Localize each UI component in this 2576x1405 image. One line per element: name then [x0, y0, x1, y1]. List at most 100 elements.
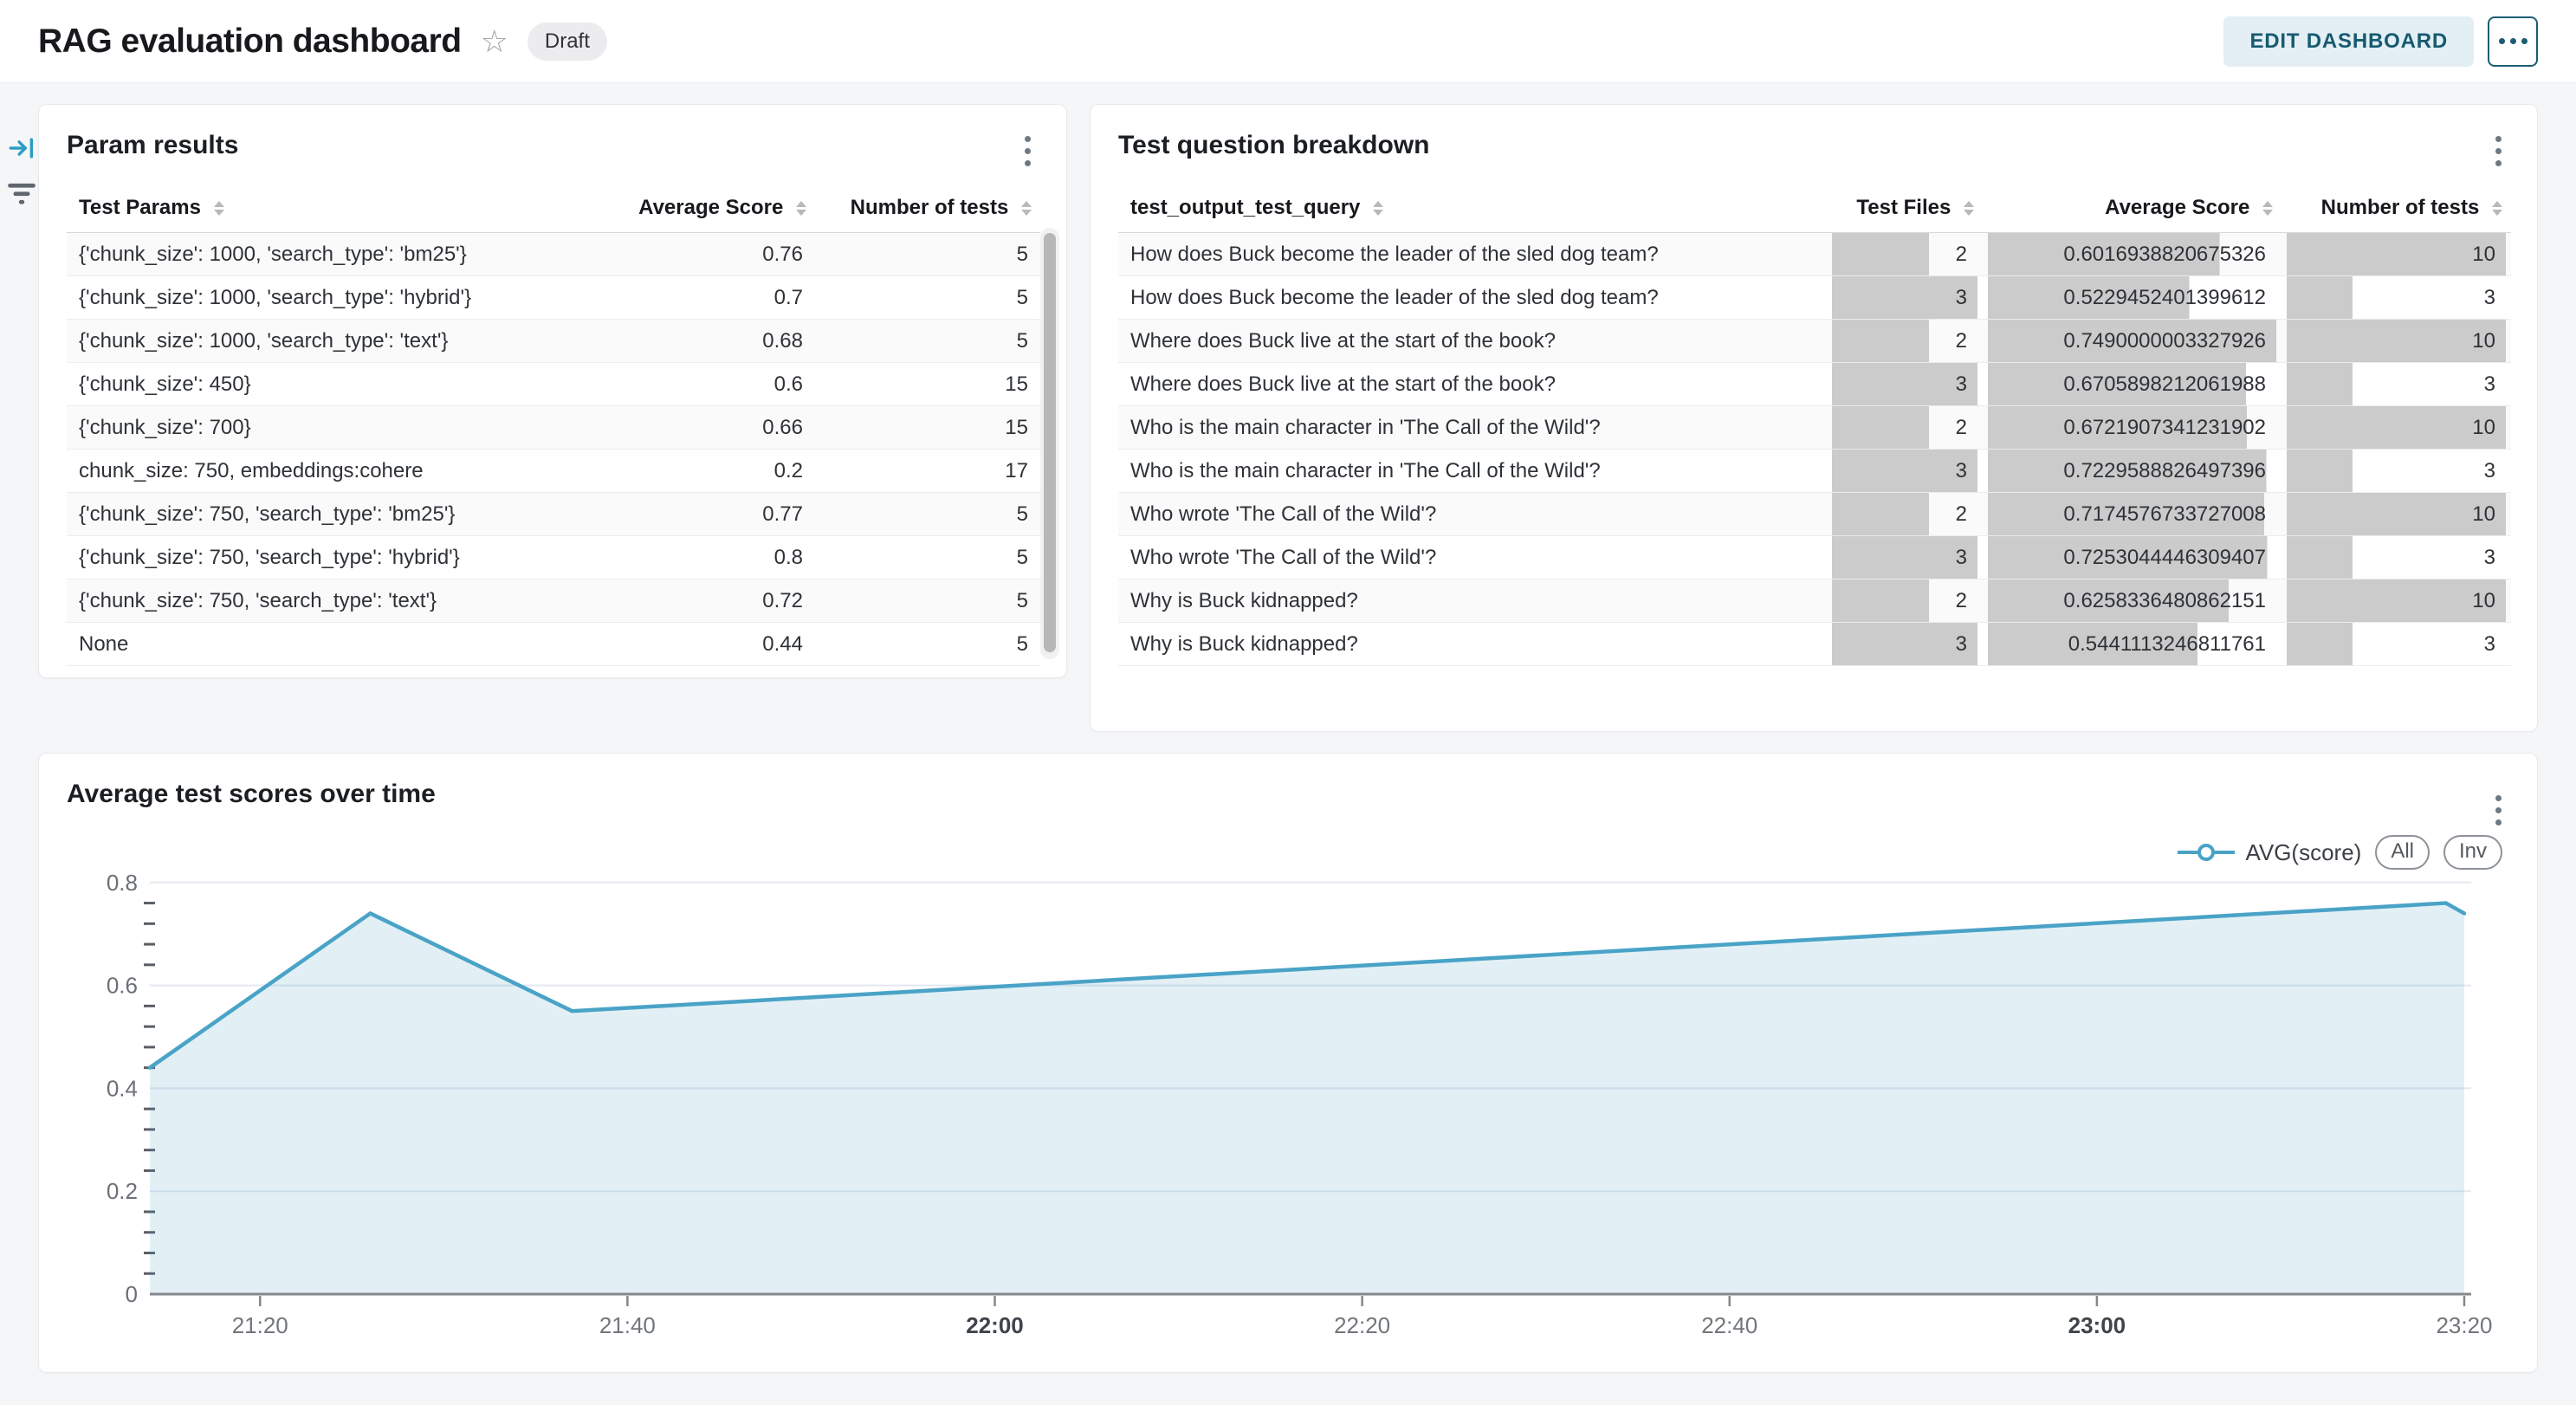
- cell-number-of-tests: 3: [2282, 536, 2511, 579]
- table-row: Where does Buck live at the start of the…: [1118, 320, 2511, 363]
- question-breakdown-tbody: How does Buck become the leader of the s…: [1118, 233, 2511, 666]
- cell-number-of-tests: 15: [815, 363, 1040, 406]
- cell-number-of-tests: 10: [2282, 406, 2511, 450]
- question-breakdown-table: test_output_test_query Test Files Averag…: [1118, 196, 2511, 666]
- svg-text:23:00: 23:00: [2068, 1312, 2126, 1338]
- cell-test-files: 2: [1827, 579, 1983, 623]
- cell-number-of-tests: 3: [2282, 450, 2511, 493]
- cell-number-of-tests: 5: [815, 493, 1040, 536]
- more-options-button[interactable]: [2488, 16, 2538, 67]
- column-header-average-score[interactable]: Average Score: [1983, 196, 2282, 233]
- sort-icon[interactable]: [2262, 201, 2273, 216]
- panel-title: Test question breakdown: [1118, 131, 1430, 160]
- svg-text:22:20: 22:20: [1334, 1312, 1390, 1338]
- cell-number-of-tests: 3: [2282, 276, 2511, 320]
- collapse-panel-icon[interactable]: [7, 133, 36, 167]
- cell-query: Why is Buck kidnapped?: [1118, 623, 1827, 666]
- svg-text:21:40: 21:40: [599, 1312, 656, 1338]
- param-results-panel: Param results Test Params Average Score …: [38, 104, 1067, 678]
- cell-number-of-tests: 5: [815, 536, 1040, 579]
- cell-average-score: 0.44: [555, 623, 815, 666]
- cell-query: How does Buck become the leader of the s…: [1118, 276, 1827, 320]
- cell-test-files: 3: [1827, 450, 1983, 493]
- table-row: Why is Buck kidnapped?30.544111324681176…: [1118, 623, 2511, 666]
- cell-number-of-tests: 3: [2282, 363, 2511, 406]
- column-header-query[interactable]: test_output_test_query: [1118, 196, 1827, 233]
- cell-test-files: 2: [1827, 320, 1983, 363]
- column-header-average-score[interactable]: Average Score: [555, 196, 815, 233]
- cell-query: Where does Buck live at the start of the…: [1118, 320, 1827, 363]
- cell-average-score: 0.5229452401399612: [1983, 276, 2282, 320]
- cell-number-of-tests: 5: [815, 623, 1040, 666]
- scrollbar-track[interactable]: [1040, 228, 1059, 659]
- cell-test-files: 3: [1827, 363, 1983, 406]
- cell-average-score: 0.77: [555, 493, 815, 536]
- column-header-test-files[interactable]: Test Files: [1827, 196, 1983, 233]
- cell-test-params: {'chunk_size': 1000, 'search_type': 'bm2…: [67, 233, 555, 276]
- cell-test-params: {'chunk_size': 750, 'search_type': 'text…: [67, 579, 555, 623]
- sort-icon[interactable]: [1021, 201, 1032, 216]
- panel-menu-icon[interactable]: [2485, 133, 2511, 170]
- status-badge: Draft: [527, 23, 607, 61]
- cell-query: Who is the main character in 'The Call o…: [1118, 406, 1827, 450]
- cell-average-score: 0.2: [555, 450, 815, 493]
- param-results-table: Test Params Average Score Number of test…: [67, 196, 1040, 666]
- cell-test-files: 2: [1827, 233, 1983, 276]
- cell-test-files: 2: [1827, 406, 1983, 450]
- panel-menu-icon[interactable]: [2485, 792, 2511, 829]
- scrollbar-thumb[interactable]: [1044, 233, 1056, 652]
- column-header-test-params[interactable]: Test Params: [67, 196, 555, 233]
- table-row: chunk_size: 750, embeddings:cohere0.217: [67, 450, 1040, 493]
- cell-average-score: 0.6721907341231902: [1983, 406, 2282, 450]
- svg-text:22:40: 22:40: [1701, 1312, 1757, 1338]
- cell-average-score: 0.76: [555, 233, 815, 276]
- cell-number-of-tests: 15: [815, 406, 1040, 450]
- column-header-number-of-tests[interactable]: Number of tests: [815, 196, 1040, 233]
- table-row: {'chunk_size': 700}0.6615: [67, 406, 1040, 450]
- cell-test-params: {'chunk_size': 750, 'search_type': 'bm25…: [67, 493, 555, 536]
- filter-icon[interactable]: [5, 177, 38, 214]
- cell-test-files: 3: [1827, 536, 1983, 579]
- cell-test-files: 2: [1827, 493, 1983, 536]
- cell-number-of-tests: 10: [2282, 493, 2511, 536]
- cell-average-score: 0.68: [555, 320, 815, 363]
- sort-icon[interactable]: [796, 201, 806, 216]
- table-row: Who is the main character in 'The Call o…: [1118, 406, 2511, 450]
- param-results-tbody: {'chunk_size': 1000, 'search_type': 'bm2…: [67, 233, 1040, 666]
- cell-test-params: {'chunk_size': 450}: [67, 363, 555, 406]
- table-row: {'chunk_size': 750, 'search_type': 'hybr…: [67, 536, 1040, 579]
- panel-title: Param results: [67, 131, 238, 160]
- sort-icon[interactable]: [1373, 201, 1383, 216]
- sort-icon[interactable]: [2492, 201, 2502, 216]
- table-row: How does Buck become the leader of the s…: [1118, 276, 2511, 320]
- cell-average-score: 0.7229588826497396: [1983, 450, 2282, 493]
- edit-dashboard-button[interactable]: EDIT DASHBOARD: [2223, 16, 2474, 67]
- cell-average-score: 0.6258336480862151: [1983, 579, 2282, 623]
- scores-over-time-panel: Average test scores over time AVG(score)…: [38, 753, 2538, 1373]
- cell-average-score: 0.6: [555, 363, 815, 406]
- cell-test-files: 3: [1827, 623, 1983, 666]
- table-row: Why is Buck kidnapped?20.625833648086215…: [1118, 579, 2511, 623]
- cell-number-of-tests: 3: [2282, 623, 2511, 666]
- cell-query: Who wrote 'The Call of the Wild'?: [1118, 493, 1827, 536]
- cell-number-of-tests: 5: [815, 579, 1040, 623]
- cell-test-params: None: [67, 623, 555, 666]
- svg-text:0.4: 0.4: [107, 1075, 138, 1101]
- cell-number-of-tests: 17: [815, 450, 1040, 493]
- cell-query: Who is the main character in 'The Call o…: [1118, 450, 1827, 493]
- cell-query: Where does Buck live at the start of the…: [1118, 363, 1827, 406]
- sort-icon[interactable]: [1964, 201, 1974, 216]
- question-breakdown-panel: Test question breakdown test_output_test…: [1090, 104, 2538, 732]
- cell-average-score: 0.66: [555, 406, 815, 450]
- column-header-number-of-tests[interactable]: Number of tests: [2282, 196, 2511, 233]
- table-row: Who wrote 'The Call of the Wild'?30.7253…: [1118, 536, 2511, 579]
- star-icon[interactable]: ☆: [481, 26, 508, 57]
- table-row: {'chunk_size': 1000, 'search_type': 'tex…: [67, 320, 1040, 363]
- sort-icon[interactable]: [214, 201, 224, 216]
- table-row: {'chunk_size': 1000, 'search_type': 'hyb…: [67, 276, 1040, 320]
- cell-query: How does Buck become the leader of the s…: [1118, 233, 1827, 276]
- svg-text:0.8: 0.8: [107, 870, 138, 896]
- scores-chart-svg[interactable]: 00.20.40.60.821:2021:4022:0022:2022:4023…: [39, 850, 2539, 1363]
- svg-text:22:00: 22:00: [966, 1312, 1024, 1338]
- panel-menu-icon[interactable]: [1014, 133, 1040, 170]
